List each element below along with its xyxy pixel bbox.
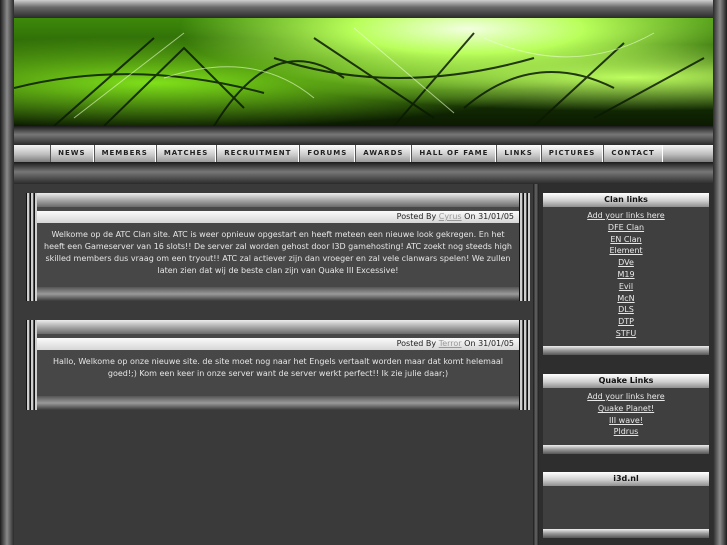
quake-link[interactable]: III wave! — [543, 415, 709, 427]
clan-link[interactable]: DTP — [543, 316, 709, 328]
nav-pictures[interactable]: PICTURES — [540, 145, 604, 162]
post-meta: Posted By Terror On 31/01/05 — [37, 338, 519, 350]
nav-bottom-band — [14, 162, 713, 184]
nav-awards[interactable]: AWARDS — [355, 145, 412, 162]
nav-members[interactable]: MEMBERS — [93, 145, 156, 162]
post-top-bar — [37, 320, 519, 334]
clan-link[interactable]: McN — [543, 293, 709, 305]
posted-by-label: Posted By — [396, 339, 437, 348]
clan-links-box: Clan links Add your links here DFE Clan … — [543, 193, 709, 355]
main-nav: NEWS MEMBERS MATCHES RECRUITMENT FORUMS … — [14, 145, 713, 162]
nav-links[interactable]: LINKS — [496, 145, 541, 162]
quake-links-list: Add your links here Quake Planet! III wa… — [543, 388, 709, 438]
clan-link[interactable]: DFE Clan — [543, 222, 709, 234]
post-rail-right — [519, 193, 530, 301]
quake-links-title: Quake Links — [543, 374, 709, 388]
clan-link[interactable]: STFU — [543, 328, 709, 340]
post-body: Welkome op de ATC Clan site. ATC is weer… — [44, 230, 512, 275]
post-date: 31/01/05 — [478, 212, 514, 221]
quake-link[interactable]: Quake Planet! — [543, 403, 709, 415]
post-author-link[interactable]: Terror — [439, 339, 462, 348]
right-frame — [713, 0, 727, 545]
news-post: Posted By Terror On 31/01/05 Hallo, Welk… — [26, 320, 530, 410]
sponsor-bottom-bar — [543, 529, 709, 538]
nav-contact[interactable]: CONTACT — [603, 145, 663, 162]
on-label: On — [464, 339, 476, 348]
post-body: Hallo, Welkome op onze nieuwe site. de s… — [53, 357, 503, 378]
clan-links-bottom-bar — [543, 346, 709, 355]
quake-links-box: Quake Links Add your links here Quake Pl… — [543, 374, 709, 454]
header-banner — [14, 18, 713, 126]
nav-matches[interactable]: MATCHES — [155, 145, 217, 162]
clan-links-list: Add your links here DFE Clan EN Clan Ele… — [543, 207, 709, 340]
post-footer-bar — [37, 287, 519, 301]
banner-artwork — [14, 27, 705, 126]
clan-links-title: Clan links — [543, 193, 709, 207]
banner-bottom-band — [14, 126, 713, 145]
clan-link[interactable]: M19 — [543, 269, 709, 281]
posted-by-label: Posted By — [396, 212, 437, 221]
quake-link[interactable]: Add your links here — [543, 391, 709, 403]
top-chrome — [0, 0, 727, 18]
post-rail-right — [519, 320, 530, 410]
nav-news[interactable]: NEWS — [50, 145, 94, 162]
post-rail-left — [26, 320, 37, 410]
post-meta: Posted By Cyrus On 31/01/05 — [37, 211, 519, 223]
clan-link[interactable]: EN Clan — [543, 234, 709, 246]
clan-link[interactable]: DVe — [543, 257, 709, 269]
nav-recruitment[interactable]: RECRUITMENT — [216, 145, 300, 162]
clan-link[interactable]: Evil — [543, 281, 709, 293]
news-post: Posted By Cyrus On 31/01/05 Welkome op d… — [26, 193, 530, 301]
post-date: 31/01/05 — [478, 339, 514, 348]
quake-link[interactable]: Pldrus — [543, 426, 709, 438]
post-author-link[interactable]: Cyrus — [439, 212, 462, 221]
sponsor-title: i3d.nl — [543, 472, 709, 486]
nav-forums[interactable]: FORUMS — [299, 145, 356, 162]
quake-links-bottom-bar — [543, 445, 709, 454]
sponsor-box: i3d.nl — [543, 472, 709, 538]
post-footer-bar — [37, 396, 519, 410]
post-top-bar — [37, 193, 519, 207]
on-label: On — [464, 212, 476, 221]
clan-link[interactable]: DLS — [543, 304, 709, 316]
clan-link[interactable]: Element — [543, 245, 709, 257]
clan-link[interactable]: Add your links here — [543, 210, 709, 222]
left-frame — [0, 0, 14, 545]
nav-hall-of-fame[interactable]: HALL OF FAME — [411, 145, 497, 162]
post-rail-left — [26, 193, 37, 301]
